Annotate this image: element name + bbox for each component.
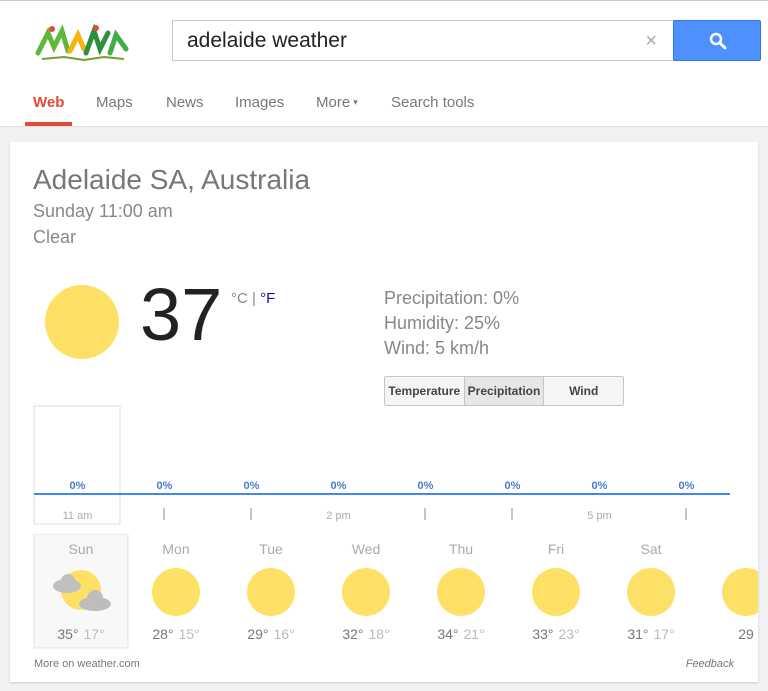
weather-time: Sunday 11:00 am	[33, 201, 173, 221]
forecast-day-label: Fri	[548, 541, 564, 557]
tab-search-tools[interactable]: Search tools	[391, 94, 474, 111]
precipitation-value-label: 0%	[157, 480, 173, 492]
weather-location: Adelaide SA, Australia	[33, 164, 311, 195]
forecast-day[interactable]: Tue 29° 16°	[247, 541, 295, 642]
weather-card: Adelaide SA, Australia Sunday 11:00 am C…	[10, 142, 758, 682]
forecast-temps: 32° 18°	[342, 626, 389, 642]
forecast-day-label: Wed	[352, 541, 381, 557]
precipitation-value-label: 0%	[70, 480, 86, 492]
forecast-day-label: Tue	[259, 541, 283, 557]
sun-icon	[437, 568, 485, 616]
tab-web[interactable]: Web	[33, 94, 64, 111]
forecast-high: 32°	[342, 626, 363, 642]
fahrenheit-toggle[interactable]: °F	[260, 290, 275, 307]
forecast-day[interactable]: Fri 33° 23°	[532, 541, 580, 642]
forecast-day[interactable]: Mon 28° 15°	[152, 541, 200, 642]
forecast-low: 16°	[274, 626, 295, 642]
forecast-day[interactable]: Thu 34° 21°	[437, 541, 485, 642]
forecast-temps: 29° 16°	[247, 626, 294, 642]
forecast-temps: 31° 17°	[627, 626, 674, 642]
forecast-temps: 28° 15°	[152, 626, 199, 642]
daily-forecast: Sun 35° 17° Mon 28° 15° Tue 29° 16° Wed 32° 18° Thu 3…	[33, 534, 758, 649]
forecast-temps: 34° 21°	[437, 626, 484, 642]
precipitation-value-label: 0%	[331, 480, 347, 492]
sun-icon	[532, 568, 580, 616]
forecast-low: 17°	[84, 626, 105, 642]
google-doodle-logo[interactable]	[34, 23, 130, 63]
chevron-down-icon: ▾	[353, 97, 358, 107]
selected-hour-box	[33, 405, 121, 525]
sun-icon	[342, 568, 390, 616]
unit-separator: |	[247, 290, 261, 307]
forecast-day-label: Mon	[162, 541, 189, 557]
metric-tabs: Temperature Precipitation Wind	[384, 376, 624, 406]
sun-icon	[247, 568, 295, 616]
tab-temperature[interactable]: Temperature	[385, 377, 465, 405]
precipitation-value-label: 0%	[244, 480, 260, 492]
forecast-temps: 33° 23°	[532, 626, 579, 642]
forecast-high: 34°	[437, 626, 458, 642]
forecast-low: 18°	[369, 626, 390, 642]
x-tick-label: 11 am	[63, 510, 93, 522]
precipitation-value-label: 0%	[418, 480, 434, 492]
forecast-day-label: Sun	[69, 541, 94, 557]
precipitation-value: Precipitation: 0%	[384, 288, 520, 308]
sun-icon	[152, 568, 200, 616]
forecast-day[interactable]: Wed 32° 18°	[342, 541, 390, 642]
humidity-value: Humidity: 25%	[384, 313, 501, 333]
precipitation-value-label: 0%	[592, 480, 608, 492]
tab-news[interactable]: News	[166, 94, 204, 111]
weather-details: Precipitation: 0% Humidity: 25% Wind: 5 …	[384, 286, 519, 361]
search-input[interactable]: adelaide weather ×	[172, 20, 674, 61]
feedback-link[interactable]: Feedback	[686, 658, 734, 670]
precipitation-chart[interactable]: 0% 11 am 0% 0% 0% 2 pm 0% 0% 0% 5 pm 0%	[10, 404, 758, 534]
forecast-day-label: Thu	[449, 541, 473, 557]
top-bar: adelaide weather ×	[0, 0, 768, 80]
tab-wind[interactable]: Wind	[544, 377, 624, 405]
forecast-day-label: Sat	[640, 541, 661, 557]
current-temperature: 37	[140, 273, 223, 356]
forecast-temps: 29	[738, 626, 754, 642]
forecast-high: 28°	[152, 626, 173, 642]
clear-icon[interactable]: ×	[645, 30, 657, 53]
celsius-toggle[interactable]: °C	[231, 290, 248, 307]
tab-images[interactable]: Images	[235, 94, 284, 111]
unit-toggle: °C | °F	[231, 290, 275, 307]
search-nav: Web Maps News Images More ▾ Search tools	[0, 80, 768, 127]
search-button[interactable]	[673, 20, 761, 61]
search-icon	[709, 32, 727, 50]
active-tab-indicator	[25, 122, 72, 126]
forecast-day[interactable]: 29	[722, 568, 758, 642]
forecast-low: 23°	[559, 626, 580, 642]
forecast-high: 29	[738, 626, 754, 642]
forecast-high: 35°	[57, 626, 78, 642]
precipitation-value-label: 0%	[679, 480, 695, 492]
wind-value: Wind: 5 km/h	[384, 338, 490, 358]
precipitation-value-label: 0%	[505, 480, 521, 492]
x-tick-label: 2 pm	[326, 510, 350, 522]
forecast-high: 31°	[627, 626, 648, 642]
forecast-low: 15°	[179, 626, 200, 642]
forecast-day[interactable]: Sat 31° 17°	[627, 541, 675, 642]
forecast-low: 17°	[654, 626, 675, 642]
tab-more[interactable]: More ▾	[316, 94, 358, 111]
sun-icon	[722, 568, 758, 616]
forecast-day[interactable]: Sun 35° 17°	[33, 534, 129, 649]
tab-more-label: More	[316, 94, 351, 111]
tab-precipitation[interactable]: Precipitation	[464, 377, 545, 405]
sun-icon	[45, 285, 119, 359]
search-query-text[interactable]: adelaide weather	[187, 29, 347, 53]
forecast-high: 29°	[247, 626, 268, 642]
weather-condition: Clear	[33, 227, 77, 247]
sun-icon	[627, 568, 675, 616]
more-weather-link[interactable]: More on weather.com	[34, 658, 140, 670]
tab-maps[interactable]: Maps	[96, 94, 133, 111]
forecast-low: 21°	[464, 626, 485, 642]
forecast-high: 33°	[532, 626, 553, 642]
x-tick-label: 5 pm	[587, 510, 611, 522]
